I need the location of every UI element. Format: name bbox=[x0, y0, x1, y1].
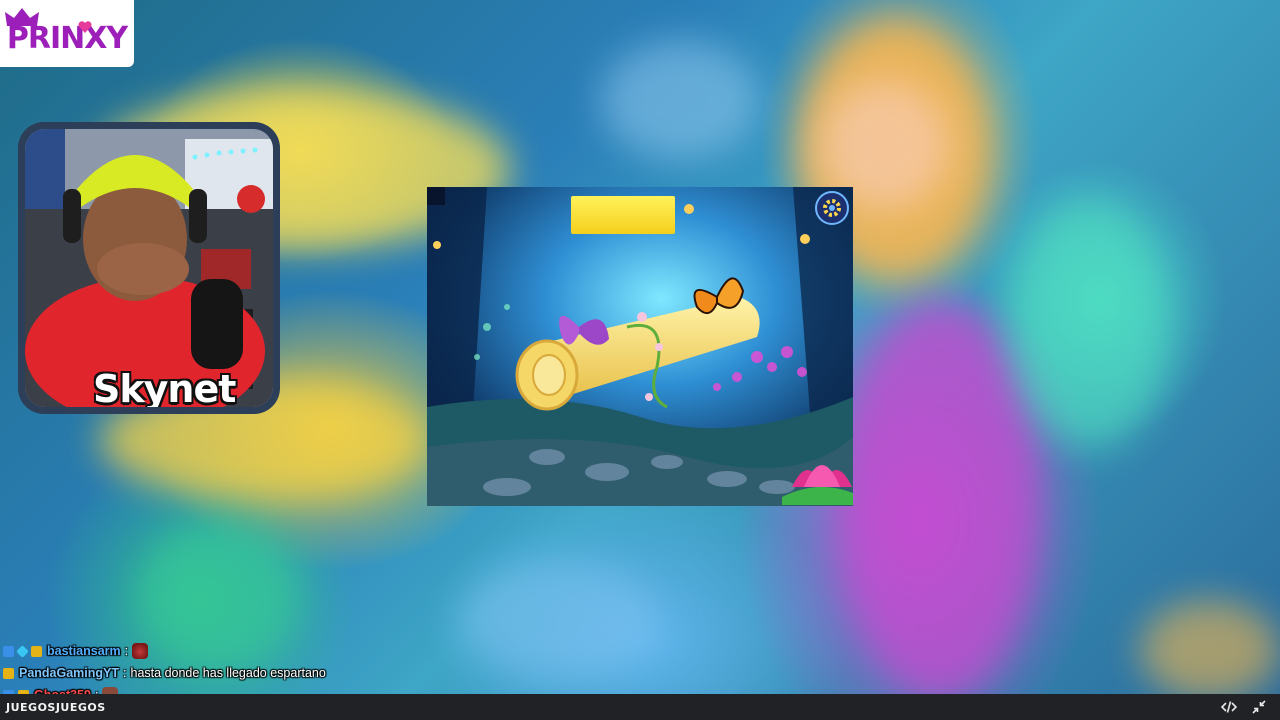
chat-text: hasta donde has llegado espartano bbox=[130, 666, 326, 680]
chat-separator: : bbox=[124, 644, 129, 658]
player-controls bbox=[1220, 698, 1268, 716]
chat-separator: : bbox=[123, 666, 127, 680]
prime-badge-icon bbox=[3, 645, 14, 657]
chat-username: bastiansarm bbox=[47, 644, 121, 658]
collapse-button[interactable] bbox=[1250, 698, 1268, 716]
streamer-name: Skynet bbox=[93, 367, 236, 407]
crown-icon bbox=[5, 8, 39, 26]
game-canvas[interactable] bbox=[427, 187, 853, 506]
collapse-icon bbox=[1252, 700, 1266, 714]
crown-badge-icon bbox=[31, 645, 42, 657]
code-icon bbox=[1221, 701, 1237, 713]
webcam-video: Skynet bbox=[25, 129, 273, 407]
crown-badge-icon bbox=[3, 667, 14, 679]
streamer-image bbox=[25, 129, 273, 407]
diamond-badge-icon bbox=[16, 644, 29, 658]
devil-emote-icon bbox=[132, 643, 149, 659]
embed-code-button[interactable] bbox=[1220, 698, 1238, 716]
webcam-frame: Skynet bbox=[18, 122, 280, 414]
chat-message: PandaGamingYT : hasta donde has llegado … bbox=[0, 662, 600, 684]
game-scene bbox=[427, 187, 853, 506]
channel-logo: PRINXY bbox=[0, 0, 134, 67]
settings-button[interactable] bbox=[815, 191, 849, 225]
gear-icon bbox=[823, 199, 841, 217]
player-bottom-bar: JUEGOSJUEGOS bbox=[0, 694, 1280, 720]
title-banner bbox=[571, 196, 675, 234]
chat-username: PandaGamingYT bbox=[19, 666, 120, 680]
chat-message: bastiansarm : bbox=[0, 640, 600, 662]
heart-icon bbox=[78, 21, 92, 33]
site-brand-link[interactable]: JUEGOSJUEGOS bbox=[6, 701, 106, 714]
game-corner-button[interactable] bbox=[427, 187, 445, 205]
